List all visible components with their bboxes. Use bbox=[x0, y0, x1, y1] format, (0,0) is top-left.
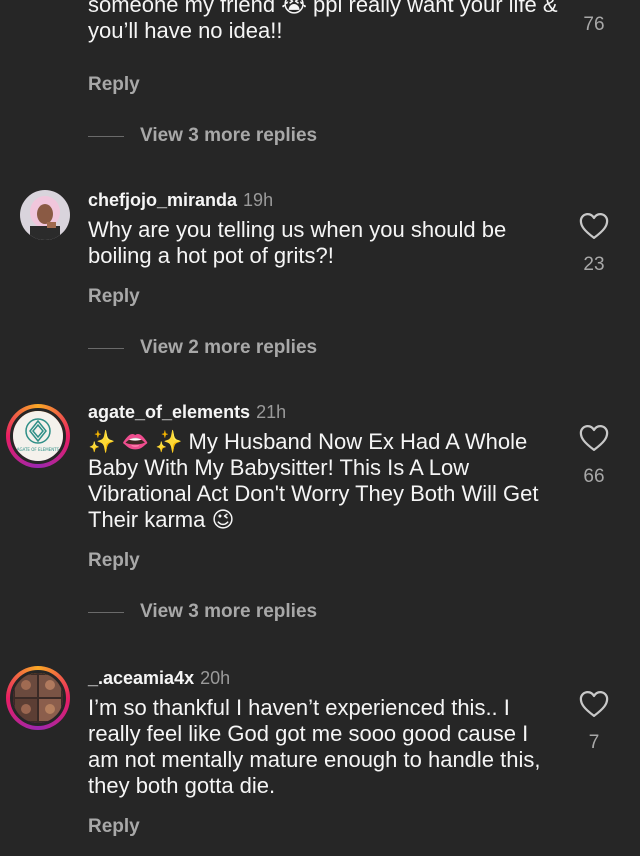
like-count: 7 bbox=[588, 732, 600, 753]
reply-button[interactable]: Reply bbox=[88, 550, 140, 572]
timestamp: 19h bbox=[243, 190, 274, 210]
like-column[interactable]: 66 bbox=[568, 424, 620, 488]
heart-icon[interactable] bbox=[579, 424, 609, 452]
reply-button[interactable]: Reply bbox=[88, 816, 140, 838]
avatar-image bbox=[13, 673, 63, 723]
avatar[interactable]: AGATE OF ELEMENTS bbox=[6, 404, 70, 468]
avatar[interactable] bbox=[20, 190, 70, 240]
like-count: 66 bbox=[583, 466, 605, 487]
timestamp: 20h bbox=[200, 668, 231, 688]
comment-text: Why are you telling us when you should b… bbox=[88, 217, 507, 268]
view-more-replies[interactable]: View 3 more replies bbox=[88, 600, 317, 624]
view-more-replies[interactable]: View 2 more replies bbox=[88, 336, 317, 360]
like-column[interactable]: 76 bbox=[568, 14, 620, 36]
avatar[interactable] bbox=[6, 666, 70, 730]
like-column[interactable]: 23 bbox=[568, 212, 620, 276]
timestamp: 21h bbox=[256, 402, 287, 422]
comment-text: I’m so thankful I haven’t experienced th… bbox=[88, 695, 541, 798]
divider-line bbox=[88, 347, 124, 349]
username[interactable]: chefjojo_miranda bbox=[88, 190, 237, 210]
reply-button[interactable]: Reply bbox=[88, 74, 140, 96]
username[interactable]: _.aceamia4x bbox=[88, 668, 194, 688]
divider-line bbox=[88, 611, 124, 613]
like-count: 23 bbox=[583, 254, 605, 275]
reply-button[interactable]: Reply bbox=[88, 286, 140, 308]
comment-text: ✨ 👄 ✨ My Husband Now Ex Had A Whole Baby… bbox=[88, 429, 539, 532]
comment-text: someone my friend 😭 ppl really want your… bbox=[88, 0, 558, 43]
heart-icon[interactable] bbox=[579, 690, 609, 718]
view-more-replies[interactable]: View 3 more replies bbox=[88, 124, 317, 148]
avatar-image bbox=[20, 190, 70, 240]
username[interactable]: agate_of_elements bbox=[88, 402, 250, 422]
like-count: 76 bbox=[583, 14, 605, 35]
heart-icon[interactable] bbox=[579, 212, 609, 240]
avatar-logo-text: AGATE OF ELEMENTS bbox=[17, 447, 60, 452]
like-column[interactable]: 7 bbox=[568, 690, 620, 754]
comments-page: someone my friend 😭 ppl really want your… bbox=[0, 0, 640, 856]
avatar-image: AGATE OF ELEMENTS bbox=[13, 411, 63, 461]
divider-line bbox=[88, 135, 124, 137]
